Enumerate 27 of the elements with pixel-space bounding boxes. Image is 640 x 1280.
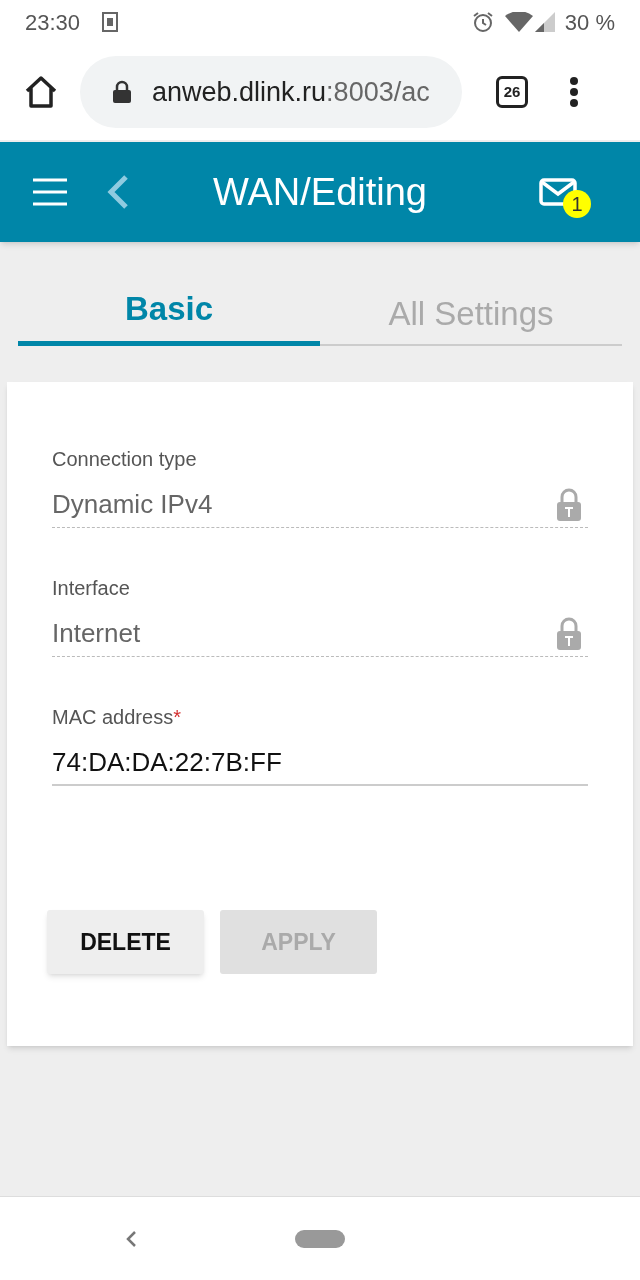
notification-icon <box>102 12 119 32</box>
url-text: anweb.dlink.ru:8003/ac <box>152 75 430 109</box>
wifi-icon <box>504 12 533 32</box>
home-icon[interactable] <box>24 76 58 108</box>
input-field: Internet <box>52 611 588 657</box>
lock-icon <box>556 616 582 651</box>
tab[interactable]: Basic <box>18 276 320 346</box>
message-count-badge: 1 <box>563 190 591 218</box>
back-icon[interactable] <box>107 175 129 209</box>
nav-back-icon[interactable] <box>125 1229 137 1248</box>
input-field[interactable]: 74:DA:DA:22:7B:FF <box>52 740 588 786</box>
address-bar[interactable]: anweb.dlink.ru:8003/ac <box>80 56 462 128</box>
more-icon[interactable] <box>570 77 578 107</box>
home-pill[interactable] <box>295 1229 345 1248</box>
tab-switcher[interactable]: 26 <box>496 76 528 108</box>
page-title: WAN/Editing <box>212 169 428 215</box>
field-label: MAC address* <box>52 705 181 730</box>
menu-icon[interactable] <box>33 178 67 206</box>
battery-level: 30 % <box>564 8 615 37</box>
lock-icon <box>112 80 132 104</box>
field-label: Connection type <box>52 447 197 472</box>
lock-icon <box>556 487 582 522</box>
action-button[interactable]: DELETE <box>47 910 204 974</box>
signal-icon <box>534 12 555 32</box>
field-label: Interface <box>52 576 130 601</box>
status-time: 23:30 <box>25 8 81 37</box>
input-field: Dynamic IPv4 <box>52 482 588 528</box>
